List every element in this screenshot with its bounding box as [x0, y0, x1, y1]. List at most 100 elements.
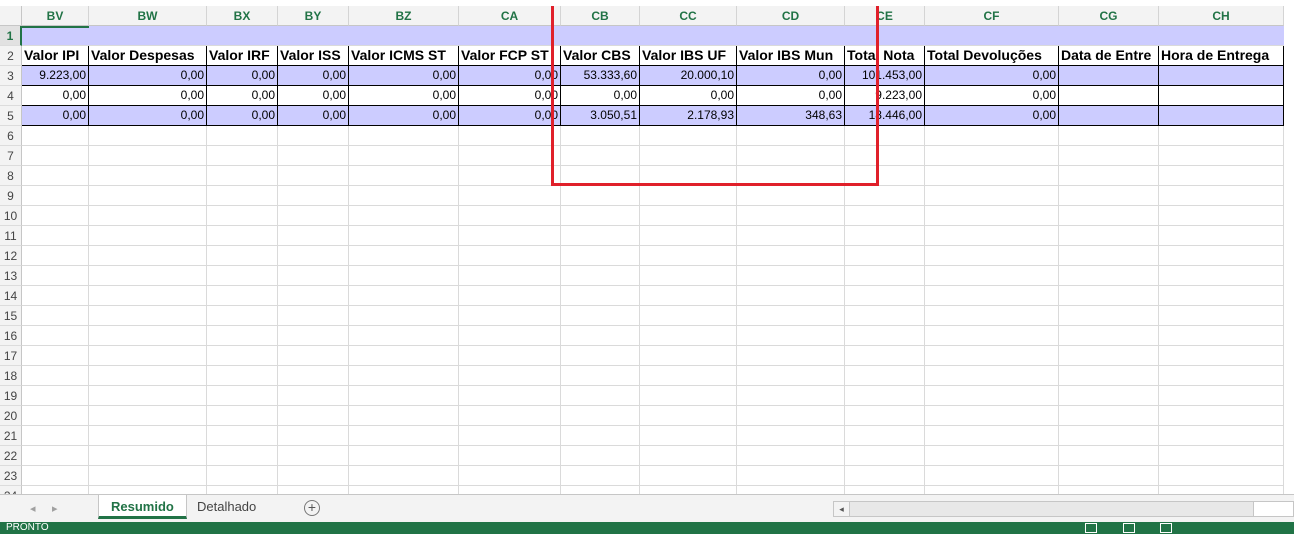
empty-cell[interactable] — [925, 146, 1059, 166]
empty-cell[interactable] — [459, 386, 561, 406]
empty-cell[interactable] — [349, 326, 459, 346]
header-cell[interactable]: Valor IBS UF — [640, 46, 737, 66]
select-all-corner[interactable] — [0, 6, 22, 26]
data-cell[interactable]: 0,00 — [207, 86, 278, 106]
row-header-23[interactable]: 23 — [0, 466, 22, 486]
row-header-7[interactable]: 7 — [0, 146, 22, 166]
empty-cell[interactable] — [845, 426, 925, 446]
empty-cell[interactable] — [1159, 366, 1284, 386]
row-header-14[interactable]: 14 — [0, 286, 22, 306]
empty-cell[interactable] — [207, 386, 278, 406]
empty-cell[interactable] — [22, 466, 89, 486]
empty-cell[interactable] — [925, 446, 1059, 466]
data-cell[interactable]: 0,00 — [22, 86, 89, 106]
empty-cell[interactable] — [640, 126, 737, 146]
empty-cell[interactable] — [349, 266, 459, 286]
empty-cell[interactable] — [640, 286, 737, 306]
empty-cell[interactable] — [640, 146, 737, 166]
empty-cell[interactable] — [561, 246, 640, 266]
empty-cell[interactable] — [845, 246, 925, 266]
empty-cell[interactable] — [349, 346, 459, 366]
empty-cell[interactable] — [845, 306, 925, 326]
empty-cell[interactable] — [207, 486, 278, 494]
empty-cell[interactable] — [1159, 126, 1284, 146]
data-cell[interactable]: 0,00 — [459, 86, 561, 106]
empty-cell[interactable] — [640, 446, 737, 466]
data-cell[interactable]: 348,63 — [737, 106, 845, 126]
empty-cell[interactable] — [845, 166, 925, 186]
empty-cell[interactable] — [640, 246, 737, 266]
empty-cell[interactable] — [459, 466, 561, 486]
empty-cell[interactable] — [925, 406, 1059, 426]
row-header-21[interactable]: 21 — [0, 426, 22, 446]
empty-cell[interactable] — [640, 426, 737, 446]
empty-cell[interactable] — [845, 206, 925, 226]
column-header-by[interactable]: BY — [278, 6, 349, 26]
header-cell[interactable]: Hora de Entrega — [1159, 46, 1284, 66]
header-cell[interactable]: Data de Entre — [1059, 46, 1159, 66]
empty-cell[interactable] — [1059, 226, 1159, 246]
empty-cell[interactable] — [207, 126, 278, 146]
empty-cell[interactable] — [1159, 186, 1284, 206]
empty-cell[interactable] — [459, 486, 561, 494]
column-header-bw[interactable]: BW — [89, 6, 207, 26]
row-header-20[interactable]: 20 — [0, 406, 22, 426]
empty-cell[interactable] — [89, 226, 207, 246]
column-header-bx[interactable]: BX — [207, 6, 278, 26]
row-header-12[interactable]: 12 — [0, 246, 22, 266]
empty-cell[interactable] — [1159, 346, 1284, 366]
empty-cell[interactable] — [89, 126, 207, 146]
empty-cell[interactable] — [1059, 426, 1159, 446]
empty-cell[interactable] — [207, 266, 278, 286]
empty-cell[interactable] — [925, 346, 1059, 366]
add-sheet-icon[interactable]: + — [304, 500, 320, 516]
empty-cell[interactable] — [278, 366, 349, 386]
empty-cell[interactable] — [22, 346, 89, 366]
empty-cell[interactable] — [22, 406, 89, 426]
empty-cell[interactable] — [89, 386, 207, 406]
column-header-bv[interactable]: BV — [22, 6, 89, 26]
data-cell[interactable]: 3.050,51 — [561, 106, 640, 126]
cell-ce1[interactable] — [845, 26, 925, 46]
data-cell[interactable] — [1159, 106, 1284, 126]
empty-cell[interactable] — [22, 126, 89, 146]
empty-cell[interactable] — [22, 386, 89, 406]
data-cell[interactable]: 0,00 — [22, 106, 89, 126]
row-header-8[interactable]: 8 — [0, 166, 22, 186]
data-cell[interactable]: 0,00 — [278, 106, 349, 126]
empty-cell[interactable] — [1159, 306, 1284, 326]
empty-cell[interactable] — [1159, 166, 1284, 186]
empty-cell[interactable] — [925, 126, 1059, 146]
empty-cell[interactable] — [925, 206, 1059, 226]
empty-cell[interactable] — [207, 146, 278, 166]
empty-cell[interactable] — [737, 166, 845, 186]
empty-cell[interactable] — [845, 186, 925, 206]
empty-cell[interactable] — [737, 306, 845, 326]
empty-cell[interactable] — [640, 406, 737, 426]
page-break-icon[interactable] — [1160, 523, 1172, 533]
empty-cell[interactable] — [89, 206, 207, 226]
empty-cell[interactable] — [459, 426, 561, 446]
empty-cell[interactable] — [1159, 446, 1284, 466]
row-header-13[interactable]: 13 — [0, 266, 22, 286]
empty-cell[interactable] — [737, 226, 845, 246]
row-header-24[interactable]: 24 — [0, 486, 22, 494]
data-cell[interactable]: 0,00 — [925, 66, 1059, 86]
column-header-cg[interactable]: CG — [1059, 6, 1159, 26]
empty-cell[interactable] — [278, 486, 349, 494]
empty-cell[interactable] — [278, 306, 349, 326]
cell-cg1[interactable] — [1059, 26, 1159, 46]
data-cell[interactable]: 101.453,00 — [845, 66, 925, 86]
data-cell[interactable]: 0,00 — [459, 106, 561, 126]
empty-cell[interactable] — [1059, 146, 1159, 166]
empty-cell[interactable] — [845, 266, 925, 286]
data-cell[interactable]: 0,00 — [207, 106, 278, 126]
empty-cell[interactable] — [845, 486, 925, 494]
empty-cell[interactable] — [737, 386, 845, 406]
empty-cell[interactable] — [349, 466, 459, 486]
empty-cell[interactable] — [89, 146, 207, 166]
prev-sheet-icon[interactable]: ◂ — [30, 502, 36, 515]
empty-cell[interactable] — [925, 486, 1059, 494]
empty-cell[interactable] — [640, 226, 737, 246]
empty-cell[interactable] — [459, 126, 561, 146]
